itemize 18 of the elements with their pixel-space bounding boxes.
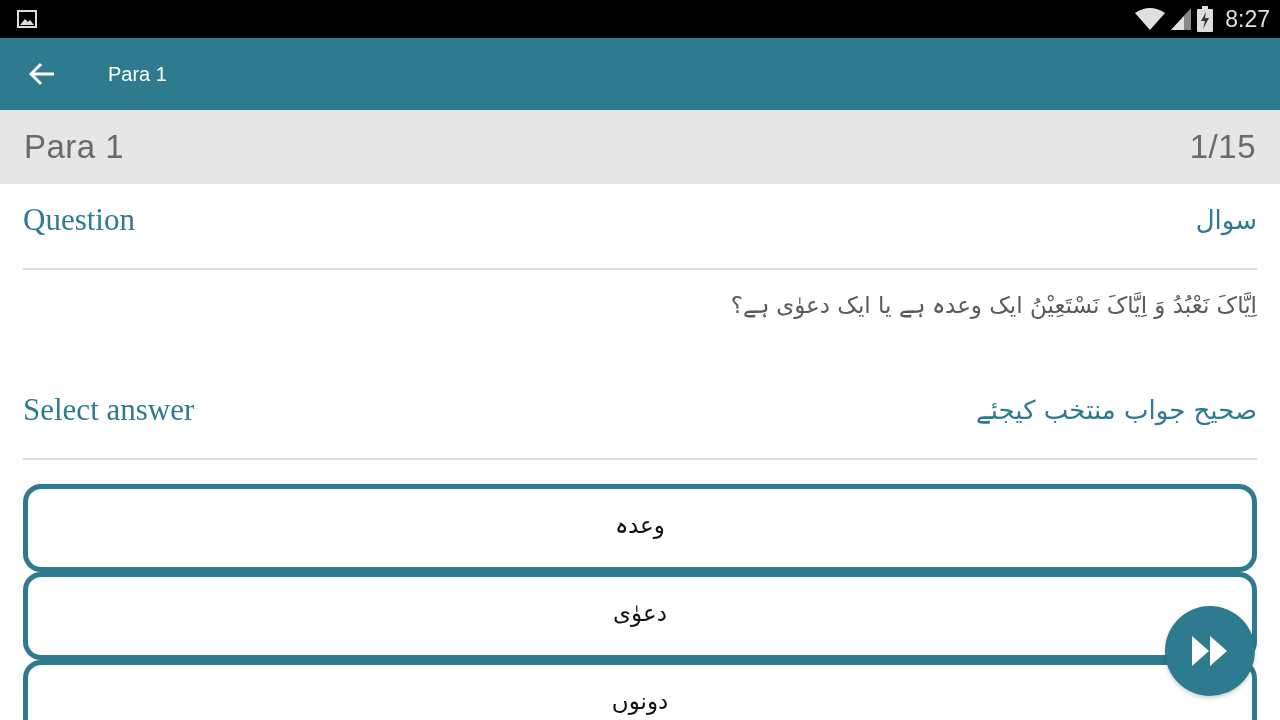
- question-label: Question: [23, 201, 135, 239]
- signal-icon: [1171, 8, 1192, 30]
- wifi-icon: [1135, 8, 1166, 30]
- question-counter: 1/15: [1189, 128, 1256, 166]
- fast-forward-icon: [1192, 636, 1228, 666]
- answer-option[interactable]: دعوٰی: [23, 572, 1257, 660]
- question-text: اِیَّاکَ نَعْبُدُ وَ اِیَّاکَ نَسْتَعِیْنُ ایک وعدہ ہے یا ایک دعوٰی ہے؟: [730, 291, 1257, 321]
- app-bar-title: Para 1: [108, 62, 167, 86]
- select-answer-label: Select answer: [23, 391, 195, 429]
- para-title: Para 1: [24, 128, 125, 166]
- image-notification-icon: [17, 10, 37, 28]
- question-label-urdu: سوال: [1195, 204, 1257, 238]
- status-time: 8:27: [1225, 7, 1270, 31]
- battery-charging-icon: [1197, 6, 1214, 32]
- answer-option[interactable]: وعدہ: [23, 484, 1257, 572]
- back-button[interactable]: [28, 60, 56, 88]
- select-answer-label-urdu: صحیح جواب منتخب کیجئے: [975, 394, 1257, 428]
- back-arrow-icon: [29, 62, 55, 86]
